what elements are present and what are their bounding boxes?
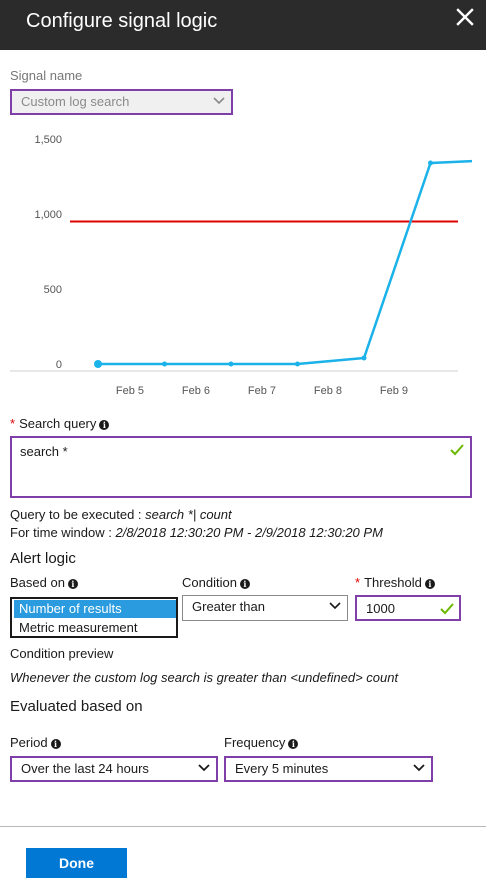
required-marker: * — [355, 575, 361, 590]
y-tick-label: 1,500 — [34, 134, 62, 146]
search-query-label: * Search query i — [10, 416, 110, 431]
blade-title: Configure signal logic — [26, 10, 218, 32]
series-point — [295, 361, 300, 367]
frequency-select[interactable]: Every 5 minutes — [224, 756, 433, 782]
blade-header: Configure signal logic — [0, 0, 486, 50]
check-icon — [450, 444, 464, 456]
chevron-down-icon — [329, 602, 341, 610]
x-tick-label: Feb 9 — [380, 385, 408, 397]
chevron-down-icon — [413, 764, 425, 772]
period-select[interactable]: Over the last 24 hours — [10, 756, 218, 782]
frequency-label: Frequency i — [224, 735, 299, 750]
based-on-label-text: Based on — [10, 575, 65, 590]
query-exec-line: Query to be executed : search *| count — [10, 507, 232, 522]
query-exec-label: Query to be executed : — [10, 507, 146, 522]
condition-preview-text: Whenever the custom log search is greate… — [10, 670, 399, 685]
series-line — [98, 159, 472, 366]
x-tick-label: Feb 5 — [116, 385, 144, 397]
required-marker: * — [10, 416, 16, 431]
condition-label-text: Condition — [182, 575, 237, 590]
condition-value: Greater than — [192, 599, 265, 614]
period-value: Over the last 24 hours — [21, 761, 149, 776]
y-axis: 1,500 1,000 500 0 — [34, 134, 62, 371]
series-point — [162, 361, 167, 367]
search-query-value: search * — [20, 444, 68, 459]
period-label: Period i — [10, 735, 61, 750]
info-icon[interactable]: i — [239, 579, 250, 589]
period-label-text: Period — [10, 735, 48, 750]
signal-name-value: Custom log search — [21, 94, 130, 109]
x-tick-label: Feb 8 — [314, 385, 342, 397]
y-tick-label: 500 — [44, 284, 62, 296]
y-tick-label: 1,000 — [34, 209, 62, 221]
based-on-option-metric-measurement[interactable]: Metric measurement — [14, 619, 176, 637]
series-point — [94, 360, 102, 368]
info-icon[interactable]: i — [99, 420, 110, 430]
close-icon[interactable] — [454, 6, 476, 28]
query-exec-value: search *| count — [145, 507, 232, 522]
search-query-label-text: Search query — [19, 416, 97, 431]
chevron-down-icon — [198, 764, 210, 772]
done-button[interactable]: Done — [26, 848, 127, 878]
check-icon — [440, 603, 454, 615]
threshold-label: * Threshold i — [355, 575, 435, 590]
time-window-label: For time window : — [10, 525, 116, 540]
chevron-down-icon — [213, 97, 225, 105]
time-window-value: 2/8/2018 12:30:20 PM - 2/9/2018 12:30:20… — [115, 525, 383, 540]
condition-label: Condition i — [182, 575, 250, 590]
series-point — [428, 160, 433, 166]
y-tick-label: 0 — [56, 359, 62, 371]
x-axis: Feb 5 Feb 6 Feb 7 Feb 8 Feb 9 — [116, 385, 408, 397]
based-on-label: Based on i — [10, 575, 78, 590]
condition-preview-label: Condition preview — [10, 646, 114, 661]
evaluated-heading: Evaluated based on — [10, 698, 143, 715]
info-icon[interactable]: i — [288, 739, 299, 749]
series-points — [94, 160, 433, 368]
alert-logic-heading: Alert logic — [10, 550, 76, 567]
frequency-label-text: Frequency — [224, 735, 286, 750]
series-point — [361, 355, 367, 361]
threshold-input[interactable]: 1000 — [355, 595, 461, 621]
signal-chart: 1,500 1,000 500 0 Feb 5 Feb 6 Feb 7 Feb 8 Feb 9 — [10, 134, 472, 397]
based-on-option-number-of-results[interactable]: Number of results — [14, 600, 176, 618]
info-icon[interactable]: i — [50, 739, 61, 749]
series-point — [228, 361, 234, 367]
threshold-value: 1000 — [366, 601, 395, 616]
search-query-input[interactable]: search * — [10, 436, 472, 498]
condition-select[interactable]: Greater than — [182, 595, 348, 621]
signal-name-label: Signal name — [10, 68, 83, 83]
footer-divider — [0, 826, 486, 827]
info-icon[interactable]: i — [67, 579, 78, 589]
signal-name-select[interactable]: Custom log search — [10, 89, 233, 115]
time-window-line: For time window : 2/8/2018 12:30:20 PM -… — [10, 525, 383, 540]
x-tick-label: Feb 7 — [248, 385, 276, 397]
x-tick-label: Feb 6 — [182, 385, 210, 397]
based-on-dropdown-list[interactable]: Number of results Metric measurement — [10, 597, 178, 638]
info-icon[interactable]: i — [424, 579, 435, 589]
threshold-label-text: Threshold — [364, 575, 422, 590]
frequency-value: Every 5 minutes — [235, 761, 329, 776]
